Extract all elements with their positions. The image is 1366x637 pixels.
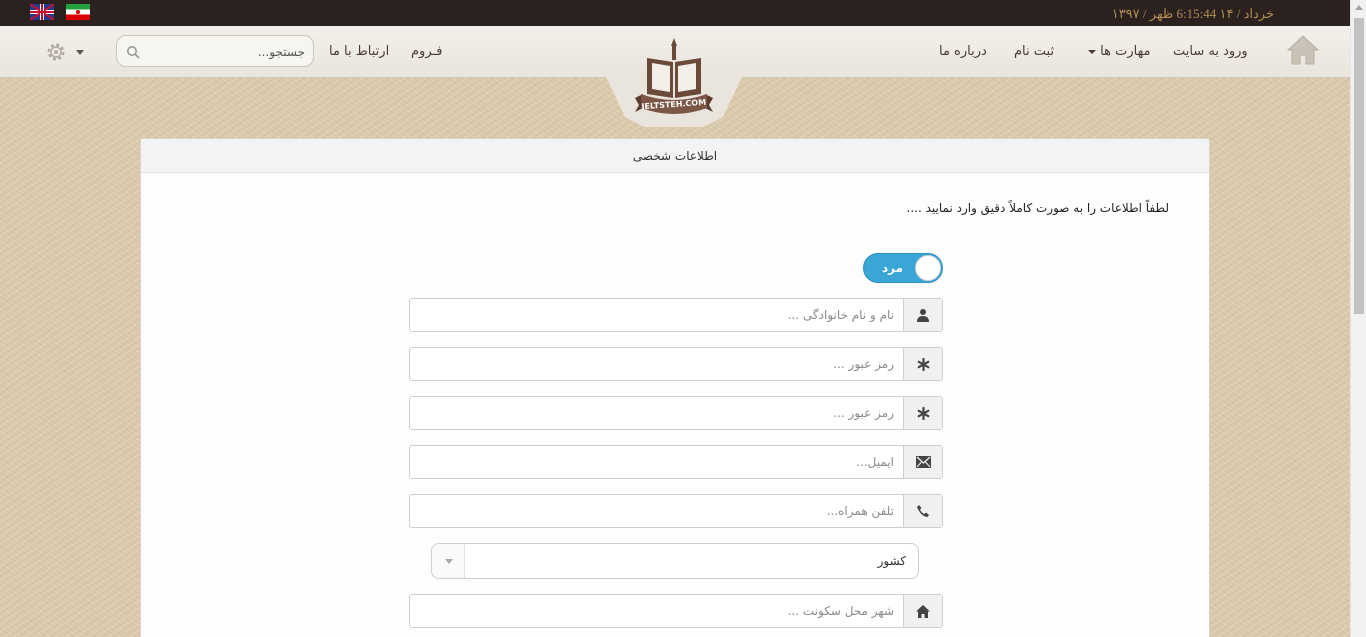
user-icon: [903, 299, 942, 331]
time-text: 6:15:44 ظهر: [1149, 6, 1217, 21]
nav-forum[interactable]: فـروم: [411, 44, 443, 59]
scrollbar-thumb[interactable]: [1354, 18, 1364, 314]
phone-field: [409, 494, 943, 528]
chevron-down-icon: [445, 559, 453, 564]
email-field: [409, 445, 943, 479]
nav-about[interactable]: درباره ما: [939, 44, 987, 59]
envelope-icon: [903, 446, 942, 478]
country-select-toggle[interactable]: [432, 544, 465, 578]
page-scrollbar[interactable]: [1350, 0, 1366, 637]
search-box[interactable]: [116, 35, 314, 67]
site-logo[interactable]: IELTSTEH.COM: [633, 36, 715, 118]
gear-icon[interactable]: [45, 41, 67, 63]
home-small-icon: [903, 595, 942, 627]
top-bar: ۱۳۹۷ / خرداد / ۱۴ 6:15:44 ظهر: [0, 0, 1350, 26]
gender-toggle[interactable]: مرد: [863, 253, 943, 283]
nav-contact[interactable]: ارتباط با ما: [329, 44, 389, 59]
city-field: [409, 594, 943, 628]
nav-register[interactable]: ثبت نام: [1014, 44, 1054, 59]
toggle-knob: [915, 255, 941, 281]
phone-input[interactable]: [418, 502, 894, 520]
password-field: [409, 347, 943, 381]
city-input[interactable]: [418, 602, 894, 620]
home-icon[interactable]: [1286, 34, 1320, 66]
password-input[interactable]: [418, 355, 894, 373]
gender-toggle-label: مرد: [882, 261, 904, 275]
email-input[interactable]: [418, 453, 894, 471]
country-select[interactable]: کشور: [431, 543, 919, 579]
panel-title: اطلاعات شخصی: [141, 139, 1209, 173]
nav-skills[interactable]: مهارت ها: [1086, 44, 1151, 59]
personal-info-panel: اطلاعات شخصی لطفاً اطلاعات را به صورت کا…: [140, 138, 1210, 637]
intro-text: لطفاً اطلاعات را به صورت کاملاً دقیق وار…: [906, 201, 1169, 215]
country-select-value: کشور: [877, 554, 906, 568]
nav-login[interactable]: ورود به سایت: [1173, 44, 1248, 59]
clock: ۱۳۹۷ / خرداد / ۱۴ 6:15:44 ظهر: [1112, 6, 1302, 22]
asterisk-icon: [903, 348, 942, 380]
phone-icon: [903, 495, 942, 527]
search-icon[interactable]: [126, 45, 140, 59]
password-confirm-input[interactable]: [418, 404, 894, 422]
scroll-up-icon[interactable]: [1355, 5, 1363, 10]
chevron-down-icon: [1088, 49, 1096, 54]
asterisk-icon: [903, 397, 942, 429]
password-confirm-field: [409, 396, 943, 430]
iran-flag-icon[interactable]: [66, 4, 90, 20]
nav-skills-label: مهارت ها: [1100, 44, 1151, 59]
settings-caret-icon[interactable]: [76, 50, 84, 55]
fullname-field: [409, 298, 943, 332]
fullname-input[interactable]: [418, 306, 894, 324]
uk-flag-icon[interactable]: [30, 4, 54, 20]
search-input[interactable]: [145, 42, 305, 62]
